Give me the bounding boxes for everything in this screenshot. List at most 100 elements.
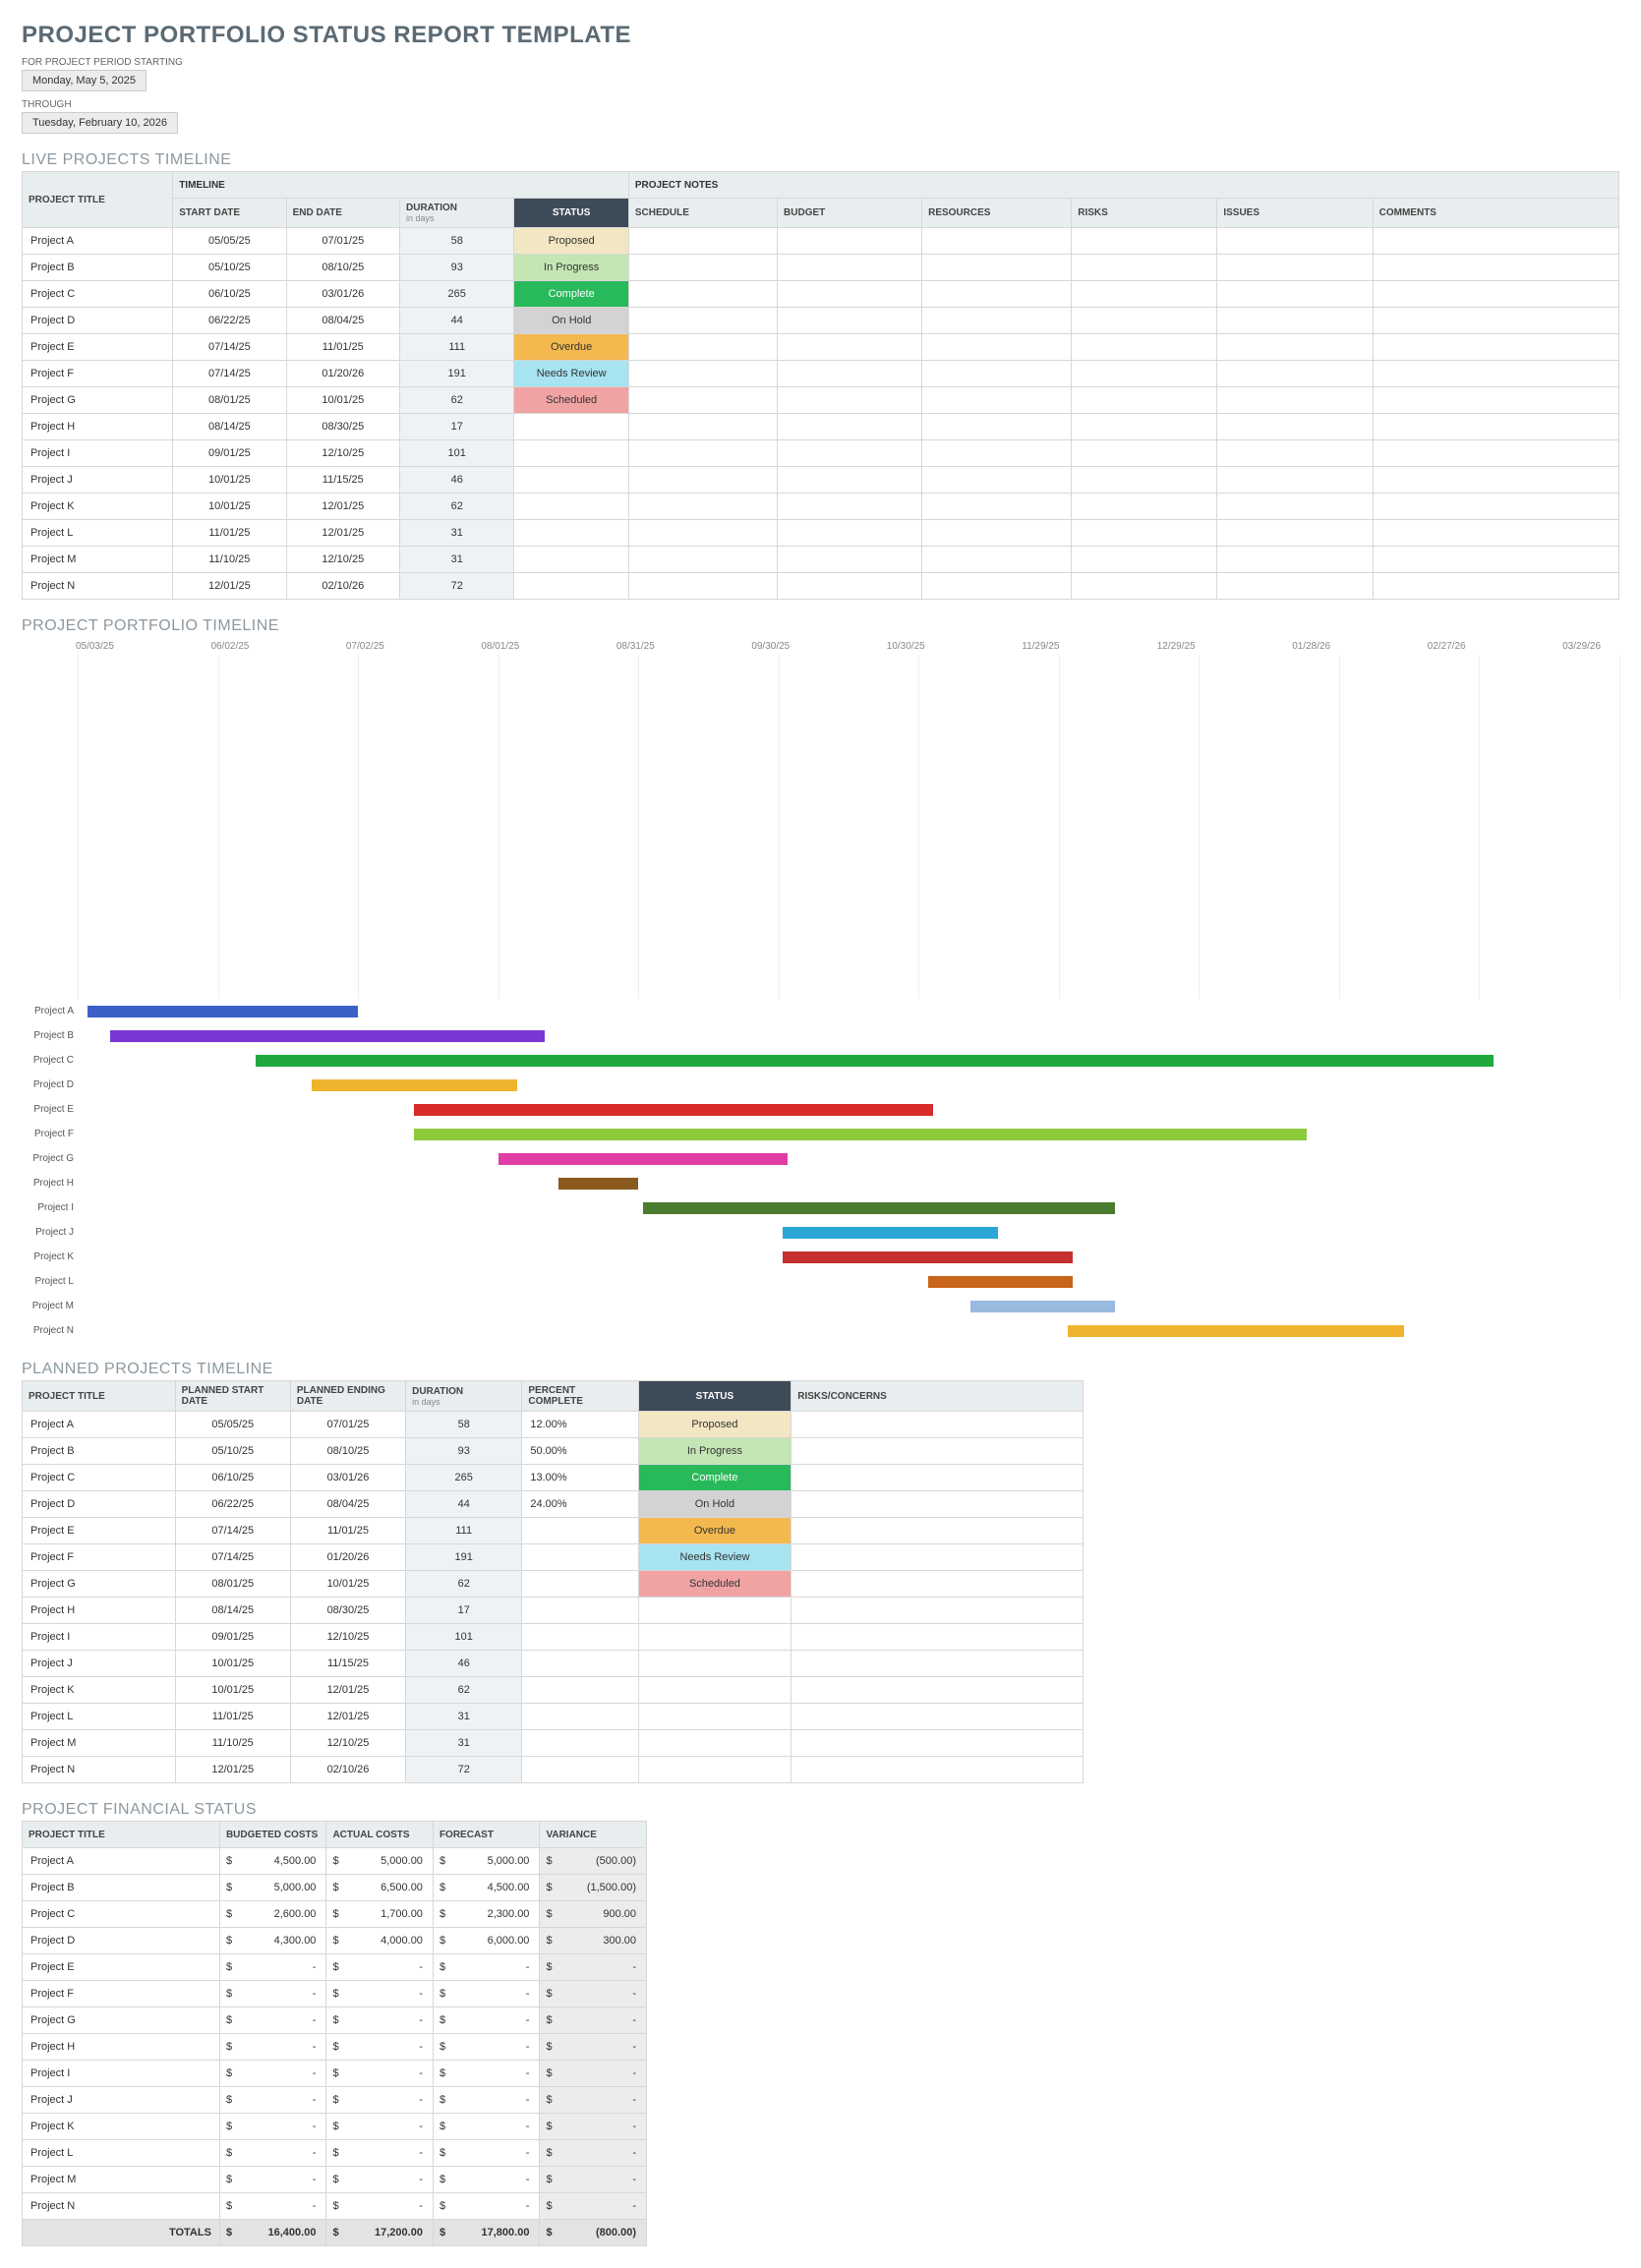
cell-prisks xyxy=(791,1518,1084,1544)
cell-pdur: 58 xyxy=(406,1412,522,1438)
cell-pstart: 10/01/25 xyxy=(175,1651,290,1677)
totals-label: TOTALS xyxy=(23,2220,220,2246)
table-row: Project D06/22/2508/04/2544On Hold xyxy=(23,308,1619,334)
cell-title: Project A xyxy=(23,1412,176,1438)
money-cell: $- xyxy=(219,1954,326,1981)
cell-resources xyxy=(922,334,1072,361)
cell-pend: 07/01/25 xyxy=(290,1412,405,1438)
gantt-axis-tick: 08/31/25 xyxy=(616,641,751,652)
table-row: Project I09/01/2512/10/25101 xyxy=(23,1624,1084,1651)
cell-prisks xyxy=(791,1438,1084,1465)
cell-pstart: 05/10/25 xyxy=(175,1438,290,1465)
table-row: Project H08/14/2508/30/2517 xyxy=(23,414,1619,440)
cell-pend: 12/10/25 xyxy=(290,1624,405,1651)
cell-end: 07/01/25 xyxy=(286,228,399,255)
gantt-row-label: Project G xyxy=(22,1153,78,1164)
gantt-row-label: Project N xyxy=(22,1325,78,1336)
live-section-heading: LIVE PROJECTS TIMELINE xyxy=(22,151,1619,169)
money-cell: $- xyxy=(540,2114,647,2140)
gantt-bar xyxy=(928,1276,1073,1288)
cell-comments xyxy=(1373,228,1618,255)
cell-pstatus xyxy=(638,1624,791,1651)
money-cell: $(1,500.00) xyxy=(540,1875,647,1901)
cell-title: Project H xyxy=(23,2034,220,2061)
cell-pstatus: Scheduled xyxy=(638,1571,791,1598)
money-cell: $17,800.00 xyxy=(433,2220,540,2246)
cell-schedule xyxy=(628,520,777,547)
cell-title: Project C xyxy=(23,281,173,308)
cell-schedule xyxy=(628,334,777,361)
money-cell: $- xyxy=(219,2114,326,2140)
period-start-value: Monday, May 5, 2025 xyxy=(22,70,147,91)
cell-status xyxy=(514,467,628,494)
cell-resources xyxy=(922,281,1072,308)
cell-pct xyxy=(522,1730,638,1757)
cell-schedule xyxy=(628,228,777,255)
cell-end: 11/01/25 xyxy=(286,334,399,361)
money-cell: $- xyxy=(540,2007,647,2034)
cell-pdur: 31 xyxy=(406,1730,522,1757)
cell-title: Project I xyxy=(23,440,173,467)
cell-pdur: 62 xyxy=(406,1571,522,1598)
gantt-row-label: Project I xyxy=(22,1202,78,1213)
cell-title: Project B xyxy=(23,255,173,281)
col-fb: BUDGETED COSTS xyxy=(219,1822,326,1848)
col-end: END DATE xyxy=(286,199,399,228)
cell-pstart: 10/01/25 xyxy=(175,1677,290,1704)
gantt-row-label: Project C xyxy=(22,1055,78,1066)
cell-duration: 265 xyxy=(400,281,514,308)
table-row: Project B05/10/2508/10/259350.00%In Prog… xyxy=(23,1438,1084,1465)
money-cell: $- xyxy=(540,2167,647,2193)
cell-pct xyxy=(522,1624,638,1651)
table-row: Project L$-$-$-$- xyxy=(23,2140,647,2167)
cell-title: Project E xyxy=(23,1518,176,1544)
gantt-bar xyxy=(110,1030,545,1042)
cell-comments xyxy=(1373,414,1618,440)
cell-resources xyxy=(922,308,1072,334)
gantt-axis-tick: 05/03/25 xyxy=(76,641,210,652)
cell-prisks xyxy=(791,1544,1084,1571)
cell-start: 12/01/25 xyxy=(173,573,286,600)
cell-title: Project N xyxy=(23,573,173,600)
gantt-row-label: Project D xyxy=(22,1079,78,1090)
cell-pend: 12/01/25 xyxy=(290,1704,405,1730)
cell-start: 08/14/25 xyxy=(173,414,286,440)
cell-pend: 11/01/25 xyxy=(290,1518,405,1544)
cell-pct xyxy=(522,1598,638,1624)
gantt-row: Project M xyxy=(22,1294,1619,1318)
cell-title: Project D xyxy=(23,1491,176,1518)
cell-resources xyxy=(922,440,1072,467)
cell-pstart: 12/01/25 xyxy=(175,1757,290,1783)
cell-comments xyxy=(1373,573,1618,600)
table-row: Project I09/01/2512/10/25101 xyxy=(23,440,1619,467)
col-project-title: PROJECT TITLE xyxy=(23,172,173,228)
cell-risks xyxy=(1072,255,1217,281)
gantt-axis-tick: 06/02/25 xyxy=(210,641,345,652)
col-issues: ISSUES xyxy=(1217,199,1373,228)
cell-prisks xyxy=(791,1677,1084,1704)
money-cell: $- xyxy=(433,2087,540,2114)
cell-issues xyxy=(1217,228,1373,255)
cell-pstatus xyxy=(638,1704,791,1730)
money-cell: $(800.00) xyxy=(540,2220,647,2246)
cell-resources xyxy=(922,387,1072,414)
cell-comments xyxy=(1373,361,1618,387)
cell-prisks xyxy=(791,1598,1084,1624)
cell-resources xyxy=(922,361,1072,387)
table-row: Project A05/05/2507/01/2558Proposed xyxy=(23,228,1619,255)
cell-pend: 08/10/25 xyxy=(290,1438,405,1465)
money-cell: $- xyxy=(219,2193,326,2220)
table-row: Project B$5,000.00$6,500.00$4,500.00$(1,… xyxy=(23,1875,647,1901)
table-row: Project F07/14/2501/20/26191Needs Review xyxy=(23,361,1619,387)
cell-duration: 101 xyxy=(400,440,514,467)
cell-resources xyxy=(922,414,1072,440)
cell-pdur: 101 xyxy=(406,1624,522,1651)
cell-pstatus: Needs Review xyxy=(638,1544,791,1571)
money-cell: $- xyxy=(219,1981,326,2007)
totals-row: TOTALS$16,400.00$17,200.00$17,800.00$(80… xyxy=(23,2220,647,2246)
cell-prisks xyxy=(791,1757,1084,1783)
cell-end: 03/01/26 xyxy=(286,281,399,308)
col-ps: PLANNED START DATE xyxy=(175,1381,290,1412)
cell-status xyxy=(514,573,628,600)
cell-pstatus: In Progress xyxy=(638,1438,791,1465)
